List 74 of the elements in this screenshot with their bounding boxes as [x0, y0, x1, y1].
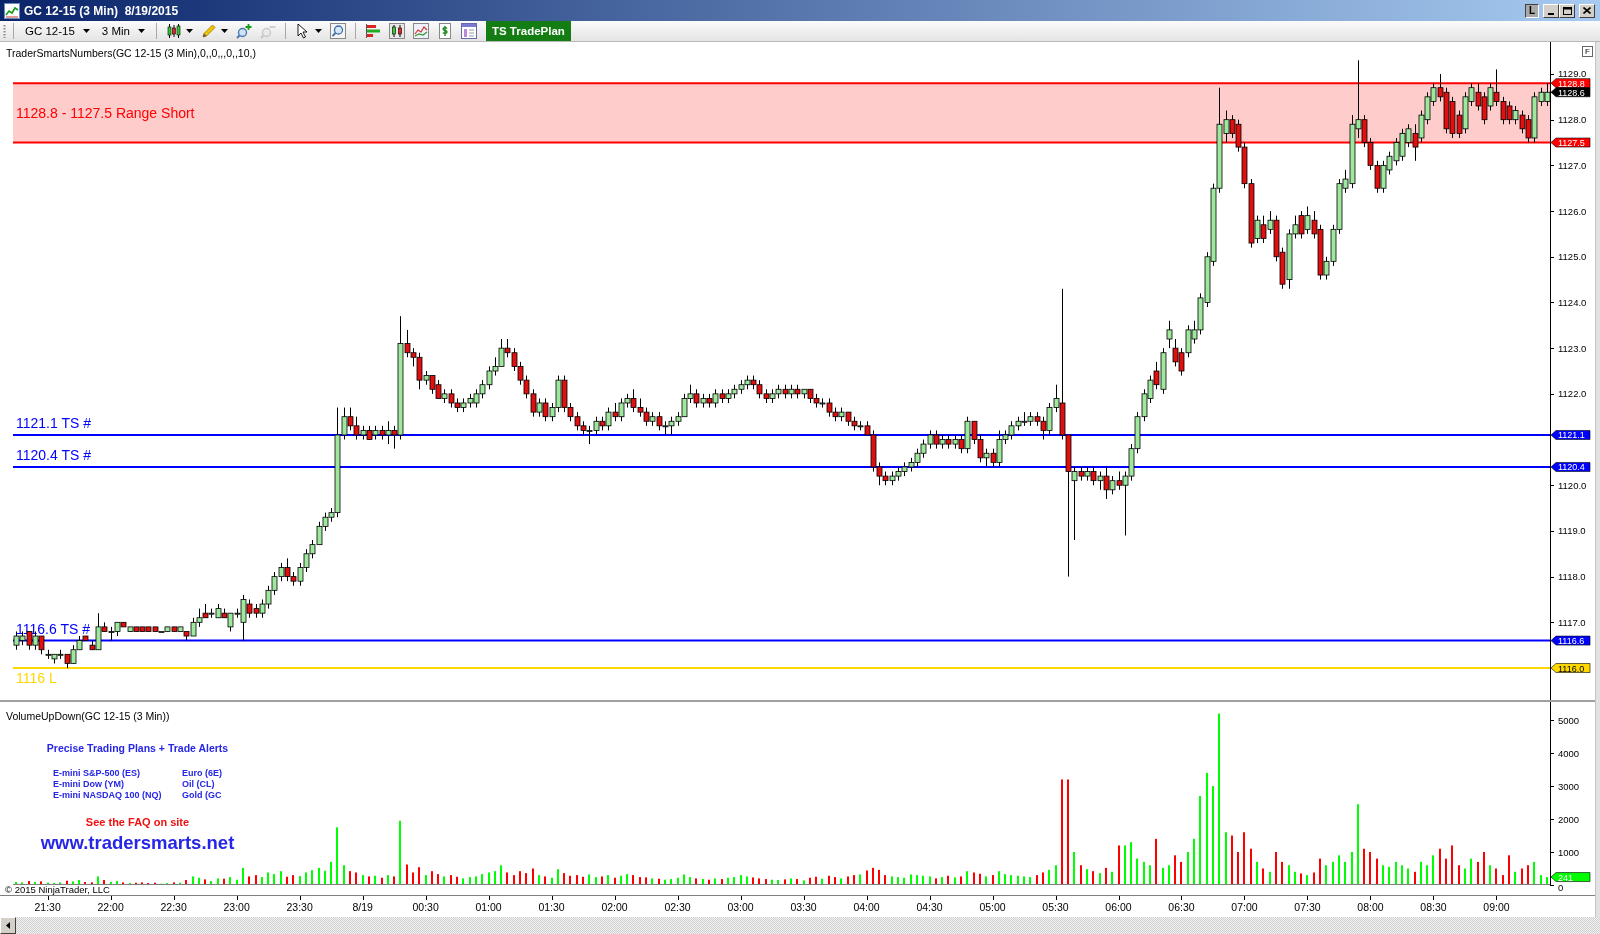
axis-label: 08:30 [1420, 901, 1447, 913]
indicator-label: VolumeUpDown(GC 12-15 (3 Min)) [6, 710, 170, 722]
axis-label: 4000 [1558, 747, 1580, 759]
axis-label: 1126.0 [1558, 205, 1587, 217]
axis-label: 1123.0 [1558, 342, 1587, 354]
axis-label: 1117.0 [1558, 616, 1586, 628]
axis-label: 06:30 [1168, 901, 1195, 913]
market-name: Euro (6E) [182, 768, 223, 779]
market-name: E-mini Dow (YM) [53, 779, 125, 790]
axis-label: 03:30 [790, 901, 817, 913]
axis-label: 0 [1558, 881, 1564, 893]
copyright-text: © 2015 NinjaTrader, LLC [5, 884, 110, 895]
market-name: E-mini S&P-500 (ES) [53, 768, 142, 779]
band-label: 1128.8 - 1127.5 Range Short [16, 104, 195, 121]
axis-label: 21:30 [34, 901, 61, 913]
axis-label: 1118.0 [1558, 571, 1586, 583]
website-address: www.tradersmarts.net [39, 832, 236, 854]
y-tick-label: 1121.1 [1558, 430, 1585, 441]
axis-label: 2000 [1558, 813, 1580, 825]
window-title: GC 12-15 (3 Min) 8/19/2015 [24, 3, 179, 18]
axis-label: 1128.0 [1558, 114, 1587, 126]
y-tick-label: 241 [1558, 872, 1574, 883]
axis-label: 05:30 [1042, 901, 1069, 913]
axis-label: 1122.0 [1558, 388, 1587, 400]
axis-label: 3000 [1558, 780, 1580, 792]
axis-label: 09:00 [1483, 901, 1510, 913]
axis-label: 22:00 [97, 901, 124, 913]
axis-label: 1000 [1558, 846, 1580, 858]
axis-label: 05:00 [979, 901, 1006, 913]
axis-label: 23:00 [223, 901, 250, 913]
axis-label: 07:30 [1294, 901, 1321, 913]
axis-label: 00:30 [412, 901, 439, 913]
axis-label: 1129.0 [1558, 68, 1587, 80]
axis-label: 22:30 [160, 901, 187, 913]
last-price-flag: 1128.6 [1550, 87, 1591, 98]
axis-label: 8/19 [352, 901, 373, 913]
axis-label: 01:30 [538, 901, 565, 913]
y-tick-label: 1116.6 [1558, 636, 1585, 647]
market-name: E-mini NASDAQ 100 (NQ) [53, 790, 163, 801]
price-flag: 1120.4 [1550, 462, 1591, 473]
axis-label: 06:00 [1105, 901, 1132, 913]
level-label: 1120.4 TS # [16, 446, 91, 463]
promo-note: See the FAQ on site [84, 816, 191, 829]
price-flag: 1121.1 [1550, 430, 1591, 441]
price-flag: 1116.6 [1550, 635, 1591, 647]
axis-label: 04:30 [916, 901, 943, 913]
y-tick-label: 1128.6 [1558, 87, 1585, 98]
axis-label: 1127.0 [1558, 159, 1587, 171]
axis-label: 02:30 [664, 901, 691, 913]
axis-label: 07:00 [1231, 901, 1258, 913]
market-name: Oil (CL) [182, 779, 216, 790]
axis-label: 1120.0 [1558, 479, 1587, 491]
level-label: 1116 L [16, 670, 57, 686]
price-flag: 1127.5 [1550, 137, 1591, 149]
level-label: 1121.1 TS # [16, 414, 91, 431]
axis-label: 04:00 [853, 901, 880, 913]
axis-label: 08:00 [1357, 901, 1384, 913]
y-tick-label: 1120.4 [1558, 462, 1585, 473]
axis-label: 02:00 [601, 901, 628, 913]
axis-label: 5000 [1558, 714, 1580, 726]
price-flag: 1116.0 [1550, 663, 1591, 674]
axis-label: 01:00 [475, 901, 502, 913]
axis-label: 1124.0 [1558, 296, 1587, 308]
axis-label: 23:30 [286, 901, 313, 913]
y-tick-label: 1128.8 [1558, 78, 1585, 89]
axis-label: 1125.0 [1558, 251, 1587, 263]
axis-label: 03:00 [727, 901, 754, 913]
y-tick-label: 1116.0 [1558, 663, 1585, 674]
promo-headline: Precise Trading Plans + Trade Alerts [45, 742, 230, 755]
indicator-label: TraderSmartsNumbers(GC 12-15 (3 Min),0,,0,,,0,,10,) [6, 47, 256, 59]
market-name: Gold (GC [182, 790, 223, 801]
axis-label: 1119.0 [1558, 525, 1586, 537]
last-volume-flag: 241 [1550, 872, 1591, 883]
y-tick-label: 1127.5 [1558, 138, 1585, 149]
